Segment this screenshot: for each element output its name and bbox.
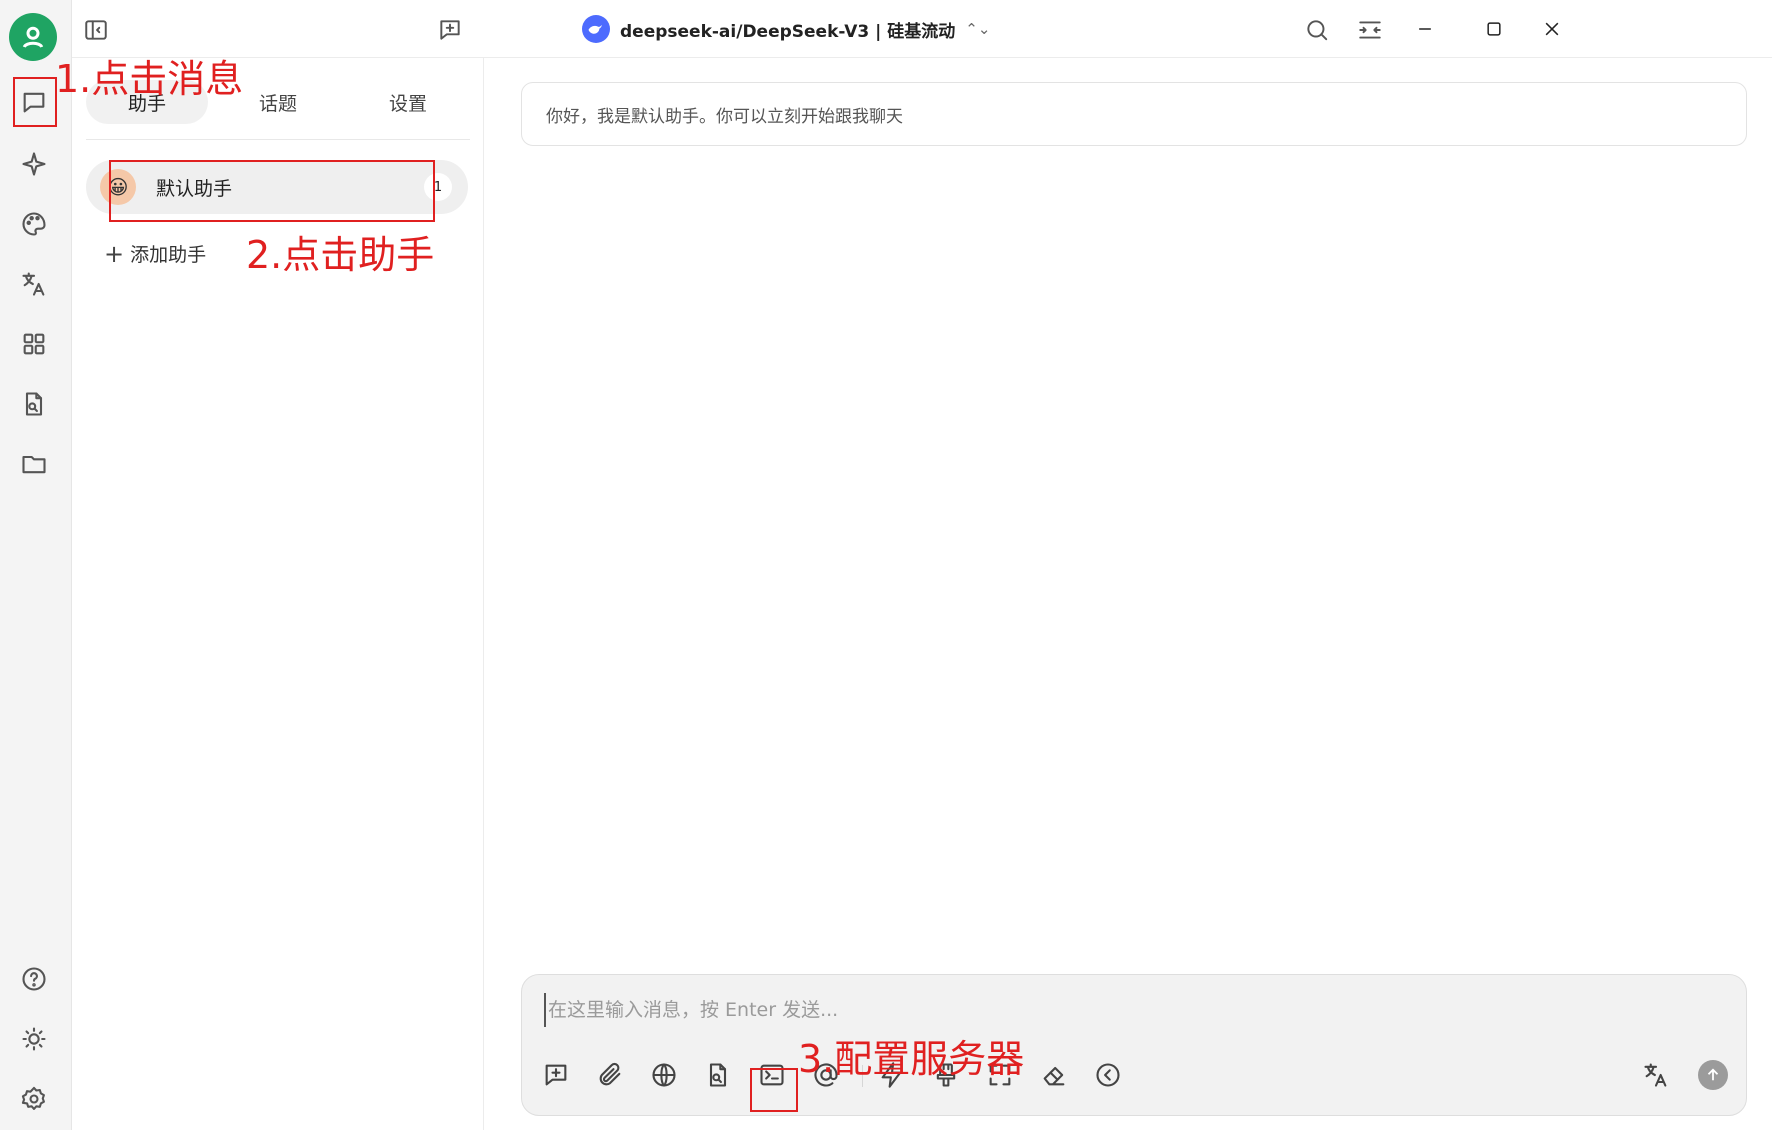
minimize-button[interactable] <box>1405 14 1445 44</box>
search-button[interactable] <box>1299 12 1335 48</box>
translate-icon <box>22 272 45 296</box>
rail-settings[interactable] <box>10 1075 58 1123</box>
web-search-icon <box>652 1063 676 1087</box>
eraser-icon <box>1043 1066 1065 1086</box>
palette-icon <box>22 212 46 236</box>
clear-messages-tool[interactable] <box>1034 1055 1074 1095</box>
message-composer <box>521 974 1747 1116</box>
send-button[interactable] <box>1698 1060 1728 1090</box>
folder-icon <box>22 455 46 474</box>
annotation-box-chat <box>13 77 57 127</box>
rail-paintings[interactable] <box>10 200 58 248</box>
layout-icon <box>1359 21 1381 39</box>
chevron-updown-icon: ⌃⌄ <box>965 20 991 38</box>
new-topic-icon <box>545 1064 567 1086</box>
settings-icon <box>21 1086 45 1110</box>
theme-icon <box>22 1027 46 1051</box>
send-icon <box>1707 1068 1719 1081</box>
add-assistant-button[interactable]: + 添加助手 <box>104 240 206 267</box>
new-topic-button[interactable] <box>432 12 468 48</box>
deepseek-logo-icon <box>582 15 610 43</box>
collapse-icon <box>1096 1063 1120 1087</box>
model-label: deepseek-ai/DeepSeek-V3 | 硅基流动 <box>620 21 956 42</box>
top-bar: deepseek-ai/DeepSeek-V3 | 硅基流动 ⌃⌄ <box>72 0 1772 58</box>
close-button[interactable] <box>1532 14 1572 44</box>
knowledge-icon <box>709 1063 727 1087</box>
annotation-box-assistant <box>109 160 435 222</box>
plus-icon: + <box>104 239 125 268</box>
nav-rail <box>0 0 72 1130</box>
user-avatar[interactable] <box>9 13 57 61</box>
user-icon <box>22 26 44 48</box>
web-search-tool[interactable] <box>644 1055 684 1095</box>
maximize-button[interactable] <box>1474 14 1514 44</box>
rail-agents[interactable] <box>10 140 58 188</box>
rail-theme[interactable] <box>10 1015 58 1063</box>
rail-help[interactable] <box>10 955 58 1003</box>
rail-apps[interactable] <box>10 320 58 368</box>
file-search-icon <box>25 392 43 416</box>
app-window: deepseek-ai/DeepSeek-V3 | 硅基流动 ⌃⌄ 助手 话题 … <box>0 0 1772 1130</box>
chat-area: 你好，我是默认助手。你可以立刻开始跟我聊天 <box>485 58 1772 1130</box>
attachment-tool[interactable] <box>590 1055 630 1095</box>
model-selector[interactable]: deepseek-ai/DeepSeek-V3 | 硅基流动 ⌃⌄ <box>582 14 990 44</box>
tab-settings[interactable]: 设置 <box>347 80 469 124</box>
rail-files[interactable] <box>10 440 58 488</box>
knowledge-base-tool[interactable] <box>698 1055 738 1095</box>
close-icon <box>1545 22 1559 36</box>
message-input[interactable] <box>544 993 1644 1027</box>
new-topic-icon <box>440 20 460 40</box>
narrow-mode-button[interactable] <box>1352 12 1388 48</box>
sparkle-icon <box>22 152 46 176</box>
new-topic-tool[interactable] <box>536 1055 576 1095</box>
apps-icon <box>23 333 45 355</box>
annotation-step1: 1.点击消息 <box>55 57 244 101</box>
sidebar-toggle-button[interactable] <box>78 12 114 48</box>
translate-icon <box>1644 1063 1667 1087</box>
annotation-box-mcp <box>750 1068 798 1112</box>
annotation-step3: 3.配置服务器 <box>798 1037 1025 1081</box>
maximize-icon <box>1487 22 1501 36</box>
minimize-icon <box>1419 28 1431 30</box>
attachment-icon <box>599 1062 621 1086</box>
rail-translate[interactable] <box>10 260 58 308</box>
rail-files-search[interactable] <box>10 380 58 428</box>
assistant-greeting-message: 你好，我是默认助手。你可以立刻开始跟我聊天 <box>521 82 1747 146</box>
translate-tool[interactable] <box>1636 1055 1676 1095</box>
add-assistant-label: 添加助手 <box>130 244 207 266</box>
collapse-tool[interactable] <box>1088 1055 1128 1095</box>
sidebar-toggle-icon <box>85 20 107 40</box>
annotation-step2: 2.点击助手 <box>246 233 435 277</box>
help-icon <box>22 967 46 991</box>
search-icon <box>1307 20 1328 41</box>
